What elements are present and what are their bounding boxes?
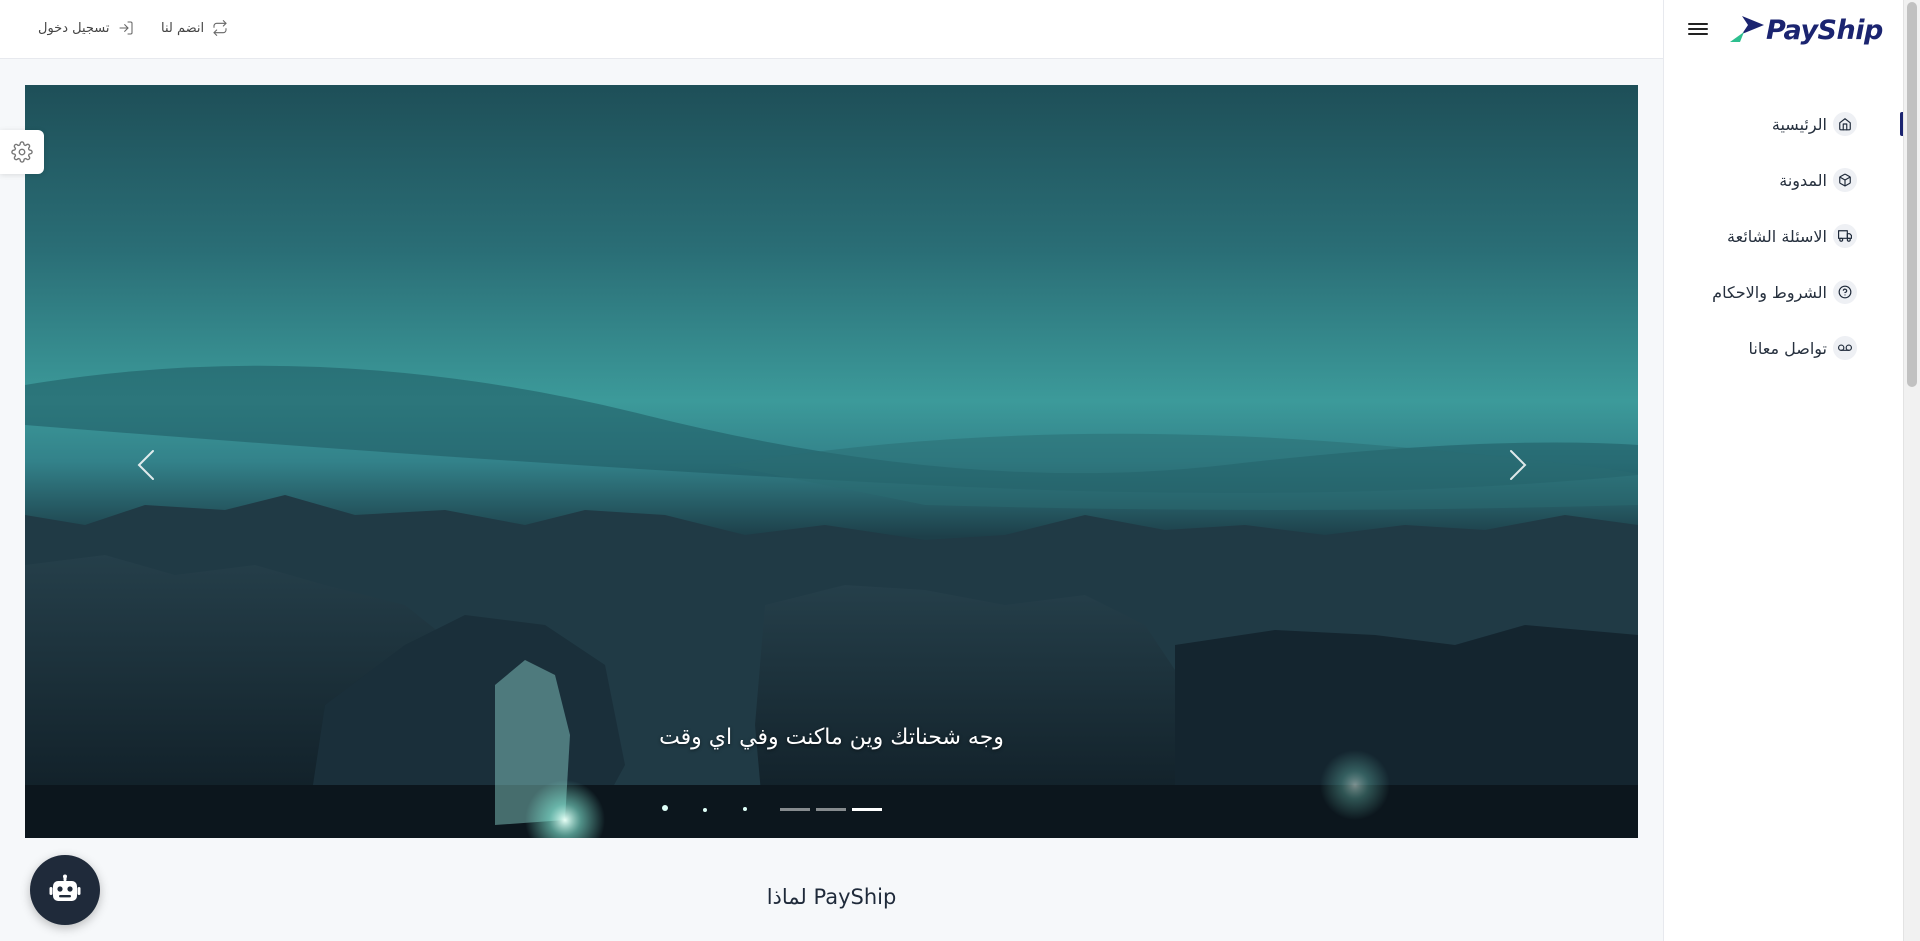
sidebar-item-label: الاسئلة الشائعة <box>1727 226 1827 246</box>
sidebar-item-blog[interactable]: المدونة <box>1712 168 1857 192</box>
chatbot-button[interactable] <box>30 855 100 925</box>
box-icon <box>1833 168 1857 192</box>
sidebar-item-faq[interactable]: الاسئلة الشائعة <box>1712 224 1857 248</box>
hero-caption: وجه شحناتك وين ماكنت وفي اي وقت <box>659 725 1004 750</box>
carousel-indicators <box>780 808 882 811</box>
chevron-right-icon <box>1510 450 1527 480</box>
page-scrollbar[interactable] <box>1903 0 1920 941</box>
sidebar-item-label: المدونة <box>1779 170 1827 190</box>
carousel-indicator-1[interactable] <box>780 808 810 811</box>
robot-icon <box>49 874 81 901</box>
sidebar-item-label: الرئيسية <box>1771 114 1827 134</box>
scrollbar-thumb[interactable] <box>1907 2 1917 387</box>
sidebar: PayShip الرئيسية المدونة الاسئلة الشائعة <box>1663 0 1903 941</box>
menu-toggle-button[interactable] <box>1688 20 1708 38</box>
login-link[interactable]: تسجيل دخول <box>38 18 134 38</box>
top-bar: انضم لنا تسجيل دخول <box>0 0 1663 59</box>
join-us-label: انضم لنا <box>161 20 205 36</box>
carousel-next-button[interactable] <box>1503 445 1533 485</box>
log-in-icon <box>118 21 133 35</box>
repeat-icon <box>213 20 227 36</box>
brand-logo[interactable]: PayShip <box>1726 10 1886 50</box>
login-label: تسجيل دخول <box>38 20 110 36</box>
sidebar-item-label: تواصل معانا <box>1748 338 1827 358</box>
sidebar-item-home[interactable]: الرئيسية <box>1712 112 1857 136</box>
sidebar-item-contact[interactable]: تواصل معانا <box>1712 336 1857 360</box>
voicemail-icon <box>1833 336 1857 360</box>
join-us-link[interactable]: انضم لنا <box>161 18 228 38</box>
hero-carousel: وجه شحناتك وين ماكنت وفي اي وقت <box>25 85 1638 838</box>
sidebar-item-terms[interactable]: الشروط والاحكام <box>1712 280 1857 304</box>
payship-logo-icon <box>1730 16 1764 42</box>
home-icon <box>1833 112 1857 136</box>
sidebar-nav: الرئيسية المدونة الاسئلة الشائعة الشروط … <box>1712 112 1857 392</box>
sidebar-item-label: الشروط والاحكام <box>1712 282 1827 302</box>
why-payship-heading: لماذا PayShip <box>766 885 897 909</box>
carousel-indicator-3[interactable] <box>852 808 882 811</box>
settings-button[interactable] <box>0 130 44 174</box>
carousel-indicator-2[interactable] <box>816 808 846 811</box>
carousel-prev-button[interactable] <box>131 445 161 485</box>
truck-icon <box>1833 224 1857 248</box>
gear-icon <box>11 141 33 163</box>
help-circle-icon <box>1833 280 1857 304</box>
chevron-left-icon <box>137 450 154 480</box>
brand-name: PayShip <box>1766 14 1883 46</box>
